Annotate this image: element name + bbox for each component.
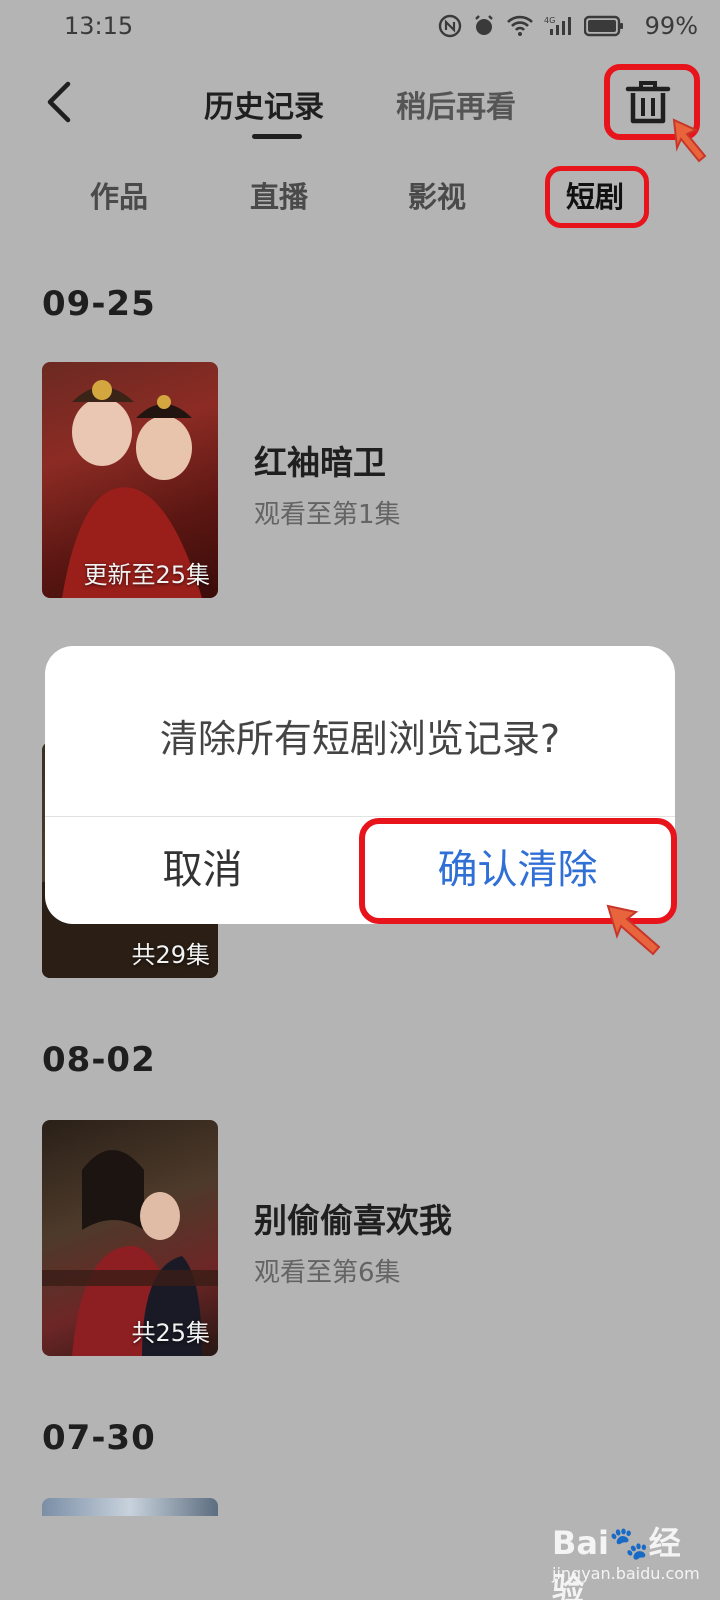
watermark-logo: Bai🐾经验 (552, 1524, 681, 1600)
status-bar: 13:15 4G 99% (0, 0, 720, 56)
drama-poster[interactable] (42, 1498, 218, 1516)
episode-badge: 共29集 (131, 941, 210, 969)
drama-title[interactable]: 别偷偷喜欢我 (254, 1194, 452, 1242)
svg-text:4G: 4G (544, 16, 555, 25)
cancel-button[interactable]: 取消 (45, 816, 360, 924)
cellular-signal-icon: 4G (544, 16, 571, 35)
short-drama-highlight-box (545, 166, 649, 228)
drama-poster[interactable]: 共25集 (42, 1120, 218, 1356)
date-header: 09-25 (42, 284, 156, 324)
pointer-arrow-icon (606, 904, 661, 956)
category-live[interactable]: 直播 (250, 174, 308, 216)
back-arrow-icon[interactable] (40, 80, 84, 124)
battery-percent: 99% (644, 12, 698, 40)
status-icons: 4G (438, 14, 624, 38)
category-film-tv[interactable]: 影视 (408, 174, 466, 216)
date-header: 07-30 (42, 1418, 156, 1458)
episode-badge: 共25集 (131, 1319, 210, 1347)
watermark-url: jingyan.baidu.com (552, 1564, 700, 1583)
baidu-jingyan-watermark: Bai🐾经验 jingyan.baidu.com (552, 1518, 702, 1600)
active-tab-indicator (252, 134, 302, 139)
drama-poster[interactable]: 更新至25集 (42, 362, 218, 598)
tab-watch-later[interactable]: 稍后再看 (396, 82, 516, 126)
tab-history[interactable]: 历史记录 (204, 82, 324, 126)
nfc-icon (438, 14, 462, 38)
status-time: 13:15 (64, 12, 134, 40)
dialog-message: 清除所有短剧浏览记录? (159, 717, 561, 761)
drama-title[interactable]: 红袖暗卫 (254, 436, 386, 484)
alarm-icon (475, 15, 493, 35)
battery-icon (584, 15, 623, 37)
date-header: 08-02 (42, 1040, 156, 1080)
wifi-icon (507, 15, 533, 36)
pointer-arrow-icon (672, 118, 707, 163)
watch-progress: 观看至第6集 (254, 1258, 401, 1288)
watch-progress: 观看至第1集 (254, 500, 401, 530)
category-works[interactable]: 作品 (90, 174, 148, 216)
episode-badge: 更新至25集 (83, 561, 210, 589)
